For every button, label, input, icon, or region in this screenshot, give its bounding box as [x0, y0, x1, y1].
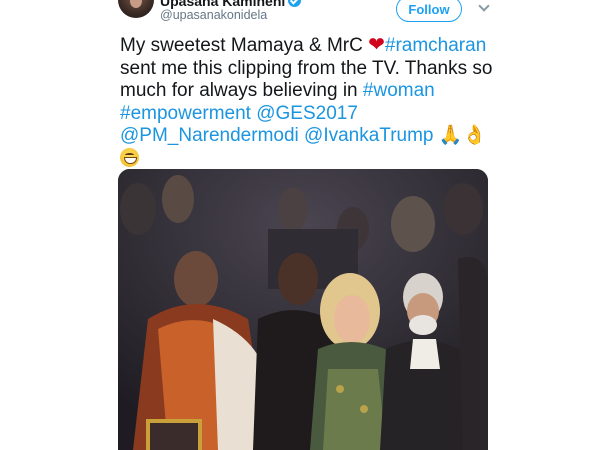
tweet-line-2: sent me this clipping from the TV. Thank…	[120, 57, 493, 79]
tweet-text: My sweetest Mamaya & MrC ❤#ramcharan sen…	[120, 34, 500, 170]
hashtag-empowerment[interactable]: #empowerment	[120, 103, 251, 124]
avatar-face	[130, 0, 142, 8]
mention-ivankatrump[interactable]: @IvankaTrump	[304, 125, 433, 146]
mention-ges2017[interactable]: @GES2017	[256, 103, 358, 124]
tweet-line-5: @PM_Narendermodi @IvankaTrump 🙏👌	[120, 125, 486, 146]
hashtag-woman[interactable]: #woman	[363, 80, 435, 101]
verified-badge-icon	[288, 0, 302, 7]
tweet-photo[interactable]	[118, 169, 488, 450]
hashtag-ramcharan[interactable]: #ramcharan	[385, 35, 486, 56]
tweet-text-segment: much for always believing in	[120, 80, 358, 101]
chevron-down-icon[interactable]	[478, 2, 490, 12]
ok-hand-emoji-icon: 👌	[462, 125, 487, 146]
user-handle[interactable]: @upasanakonidela	[160, 8, 267, 22]
heart-emoji-icon: ❤	[368, 34, 385, 56]
tweet-line-4: #empowerment @GES2017	[120, 103, 358, 124]
tweet-line-1: My sweetest Mamaya & MrC ❤#ramcharan	[120, 34, 486, 56]
folded-hands-emoji-icon: 🙏	[438, 125, 463, 146]
tweet-card: Upasana Kamineni @upasanakonidela Follow…	[0, 0, 600, 450]
tweet-text-segment: My sweetest Mamaya & MrC	[120, 35, 363, 56]
tweet-line-3: much for always believing in #woman	[120, 80, 435, 101]
mention-pm-narendermodi[interactable]: @PM_Narendermodi	[120, 125, 299, 146]
avatar[interactable]	[118, 0, 154, 18]
grinning-face-icon	[120, 147, 139, 167]
tv-clipping-photo-icon	[118, 169, 488, 450]
follow-button[interactable]: Follow	[396, 0, 462, 22]
